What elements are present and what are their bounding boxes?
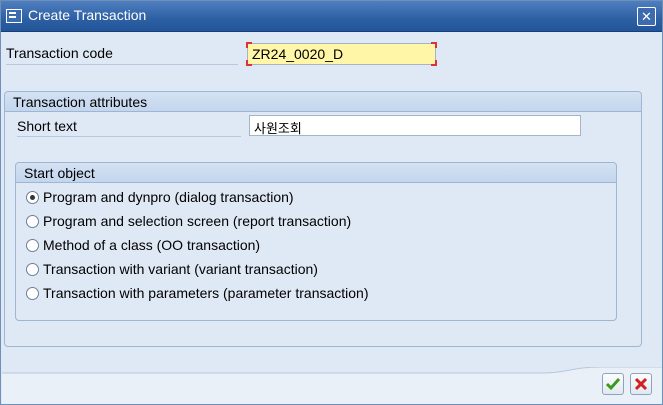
new-transaction-icon xyxy=(6,9,22,23)
radio-button[interactable] xyxy=(26,262,39,276)
dialog-title: Create Transaction xyxy=(28,7,147,23)
short-text-label: Short text xyxy=(17,118,77,134)
create-transaction-dialog: Create Transaction ✕ Transaction code ZR… xyxy=(0,0,663,405)
transaction-attributes-group: Transaction attributes Short text 사원조회 S… xyxy=(4,91,642,347)
radio-variant-transaction[interactable]: Transaction with variant (variant transa… xyxy=(26,259,318,279)
radio-oo-transaction[interactable]: Method of a class (OO transaction) xyxy=(26,235,260,255)
short-text-value: 사원조회 xyxy=(254,121,302,136)
radio-label: Program and selection screen (report tra… xyxy=(43,213,352,229)
transaction-code-value: ZR24_0020_D xyxy=(252,46,344,62)
cancel-x-icon xyxy=(634,377,648,391)
footer-band xyxy=(2,367,662,404)
checkmark-icon xyxy=(605,378,621,391)
transaction-attributes-header: Transaction attributes xyxy=(5,92,641,112)
radio-label: Transaction with parameters (parameter t… xyxy=(43,285,369,301)
radio-report-transaction[interactable]: Program and selection screen (report tra… xyxy=(26,211,351,231)
radio-button[interactable] xyxy=(26,214,39,228)
confirm-button[interactable] xyxy=(602,373,624,395)
title-bar[interactable]: Create Transaction ✕ xyxy=(1,1,662,32)
start-object-header: Start object xyxy=(16,163,616,183)
close-icon: ✕ xyxy=(641,9,652,24)
radio-label: Program and dynpro (dialog transaction) xyxy=(43,189,294,205)
transaction-code-underline xyxy=(6,64,238,65)
radio-parameter-transaction[interactable]: Transaction with parameters (parameter t… xyxy=(26,283,369,303)
radio-dialog-transaction[interactable]: Program and dynpro (dialog transaction) xyxy=(26,187,294,207)
dialog-body: Transaction code ZR24_0020_D Transaction… xyxy=(2,33,662,404)
short-text-underline xyxy=(17,136,241,137)
transaction-code-input[interactable]: ZR24_0020_D xyxy=(246,42,437,66)
cancel-button[interactable] xyxy=(630,373,652,395)
transaction-code-label: Transaction code xyxy=(6,45,113,61)
radio-button[interactable] xyxy=(26,238,39,252)
close-button[interactable]: ✕ xyxy=(637,7,656,26)
start-object-group: Start object Program and dynpro (dialog … xyxy=(15,162,617,321)
short-text-input[interactable]: 사원조회 xyxy=(249,115,581,136)
radio-button[interactable] xyxy=(26,286,39,300)
radio-button-checked[interactable] xyxy=(26,190,39,204)
radio-label: Transaction with variant (variant transa… xyxy=(43,261,318,277)
radio-label: Method of a class (OO transaction) xyxy=(43,237,261,253)
